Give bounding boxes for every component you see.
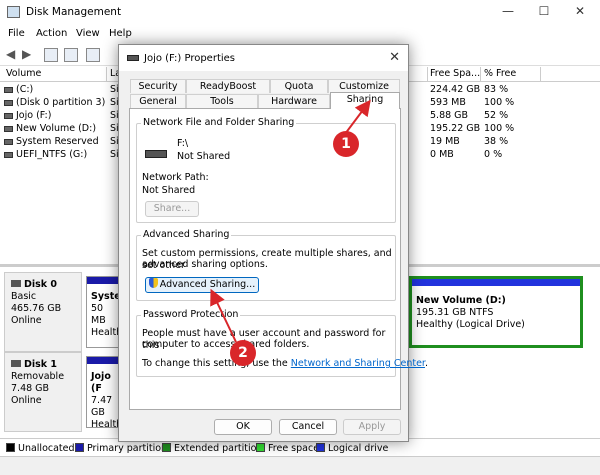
annotation-arrows xyxy=(210,99,371,343)
callout-2: 2 xyxy=(230,340,256,366)
callout-1: 1 xyxy=(333,131,359,157)
callout-2-arrow xyxy=(210,288,237,343)
callout-1-arrow xyxy=(344,99,371,135)
